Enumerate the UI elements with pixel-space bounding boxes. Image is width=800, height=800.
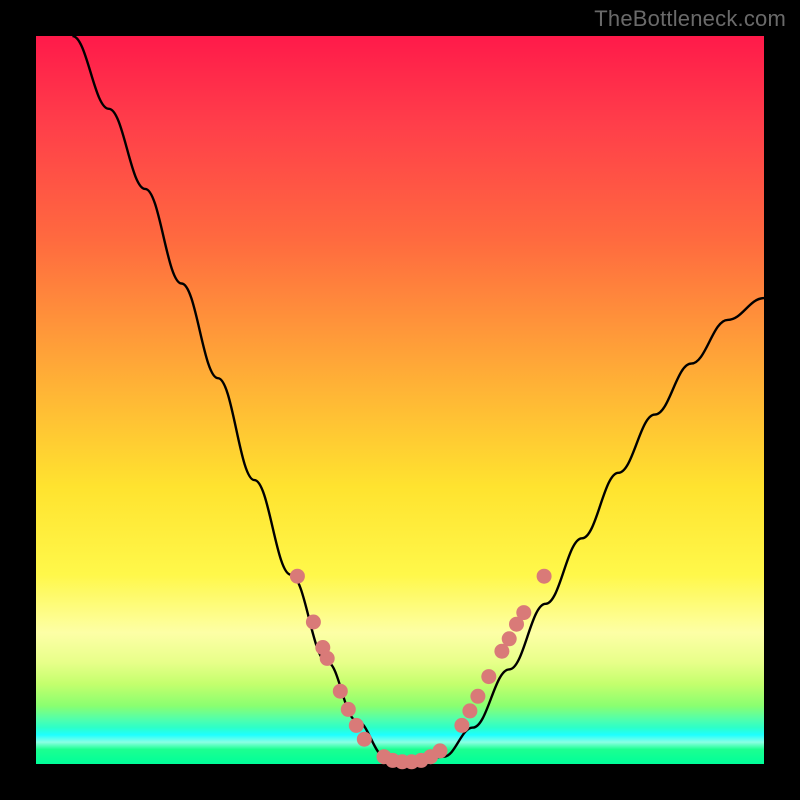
- bottleneck-curve: [36, 36, 764, 764]
- curve-marker: [470, 689, 485, 704]
- watermark-text: TheBottleneck.com: [594, 6, 786, 32]
- curve-marker: [502, 631, 517, 646]
- curve-marker: [537, 569, 552, 584]
- curve-marker: [516, 605, 531, 620]
- curve-marker: [306, 615, 321, 630]
- curve-marker: [357, 732, 372, 747]
- chart-plot-area: [36, 36, 764, 764]
- curve-marker: [333, 684, 348, 699]
- curve-marker: [341, 702, 356, 717]
- curve-marker: [320, 651, 335, 666]
- curve-marker: [462, 703, 477, 718]
- curve-marker: [454, 718, 469, 733]
- curve-marker: [433, 743, 448, 758]
- curve-marker: [481, 669, 496, 684]
- curve-path: [72, 36, 764, 764]
- chart-frame: TheBottleneck.com: [0, 0, 800, 800]
- curve-marker: [290, 569, 305, 584]
- curve-marker: [349, 718, 364, 733]
